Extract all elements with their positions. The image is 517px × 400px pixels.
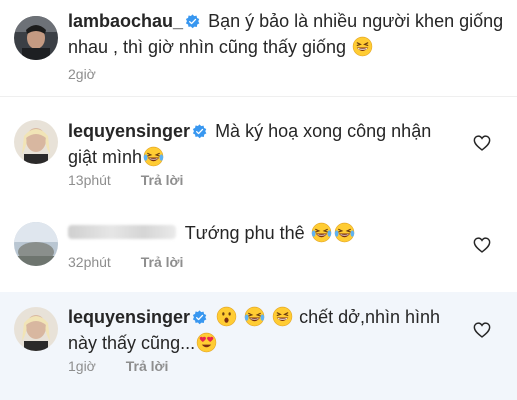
comment-meta: 1giờ Trả lời	[68, 358, 168, 374]
laughing-tears-emoji	[311, 222, 332, 243]
comment-body: lequyensinger chết dở,nhìn hình này thấy…	[68, 304, 440, 356]
laughing-tears-emoji	[143, 146, 164, 167]
username-blurred[interactable]	[68, 225, 176, 239]
heart-outline-icon[interactable]	[473, 135, 491, 151]
hushed-face-emoji	[216, 306, 237, 327]
comment-body: Tướng phu thê	[68, 220, 356, 246]
comment-text-line2: giật mình	[68, 147, 143, 167]
comment-time[interactable]: 1giờ	[68, 358, 96, 374]
comment-text-line1: Bạn ý bảo là nhiều người khen giống	[208, 11, 504, 31]
heart-eyes-emoji	[196, 332, 217, 353]
avatar[interactable]	[14, 222, 58, 266]
grinning-squint-emoji	[272, 306, 293, 327]
username[interactable]: lambaochau_	[68, 11, 183, 31]
reply-button[interactable]: Trả lời	[141, 172, 184, 188]
comment-body: lambaochau_ Bạn ý bảo là nhiều người khe…	[68, 8, 503, 60]
reply-button[interactable]: Trả lời	[126, 358, 169, 374]
avatar[interactable]	[14, 120, 58, 164]
heart-outline-icon[interactable]	[473, 322, 491, 338]
username[interactable]: lequyensinger	[68, 307, 190, 327]
comment-time[interactable]: 32phút	[68, 254, 111, 270]
comment-meta: 2giờ	[68, 66, 96, 82]
verified-badge-icon	[192, 124, 207, 139]
comment-item-highlighted: lequyensinger chết dở,nhìn hình này thấy…	[0, 292, 517, 400]
comment-item: Tướng phu thê 32phút Trả lời	[0, 200, 517, 292]
comment-meta: 13phút Trả lời	[68, 172, 183, 188]
comment-text-line2: này thấy cũng...	[68, 333, 196, 353]
username[interactable]: lequyensinger	[68, 121, 190, 141]
laughing-tears-emoji	[244, 306, 265, 327]
comment-body: lequyensinger Mà ký hoạ xong công nhận g…	[68, 118, 431, 170]
heart-outline-icon[interactable]	[473, 237, 491, 253]
comment-text-line1: chết dở,nhìn hình	[299, 307, 441, 327]
laughing-tears-emoji	[352, 36, 373, 57]
comment-time[interactable]: 2giờ	[68, 66, 96, 82]
reply-button[interactable]: Trả lời	[141, 254, 184, 270]
avatar[interactable]	[14, 16, 58, 60]
verified-badge-icon	[185, 14, 200, 29]
comment-time[interactable]: 13phút	[68, 172, 111, 188]
comment-item: lequyensinger Mà ký hoạ xong công nhận g…	[0, 100, 517, 196]
comment-text-line1: Mà ký hoạ xong công nhận	[215, 121, 432, 141]
avatar[interactable]	[14, 307, 58, 351]
laughing-tears-emoji	[334, 222, 355, 243]
verified-badge-icon	[192, 310, 207, 325]
divider	[0, 96, 517, 97]
comment-text-line1: Tướng phu thê	[184, 223, 305, 243]
comment-text-line2: nhau , thì giờ nhìn cũng thấy giống	[68, 37, 347, 57]
comment-item: lambaochau_ Bạn ý bảo là nhiều người khe…	[0, 0, 517, 96]
comment-meta: 32phút Trả lời	[68, 254, 183, 270]
